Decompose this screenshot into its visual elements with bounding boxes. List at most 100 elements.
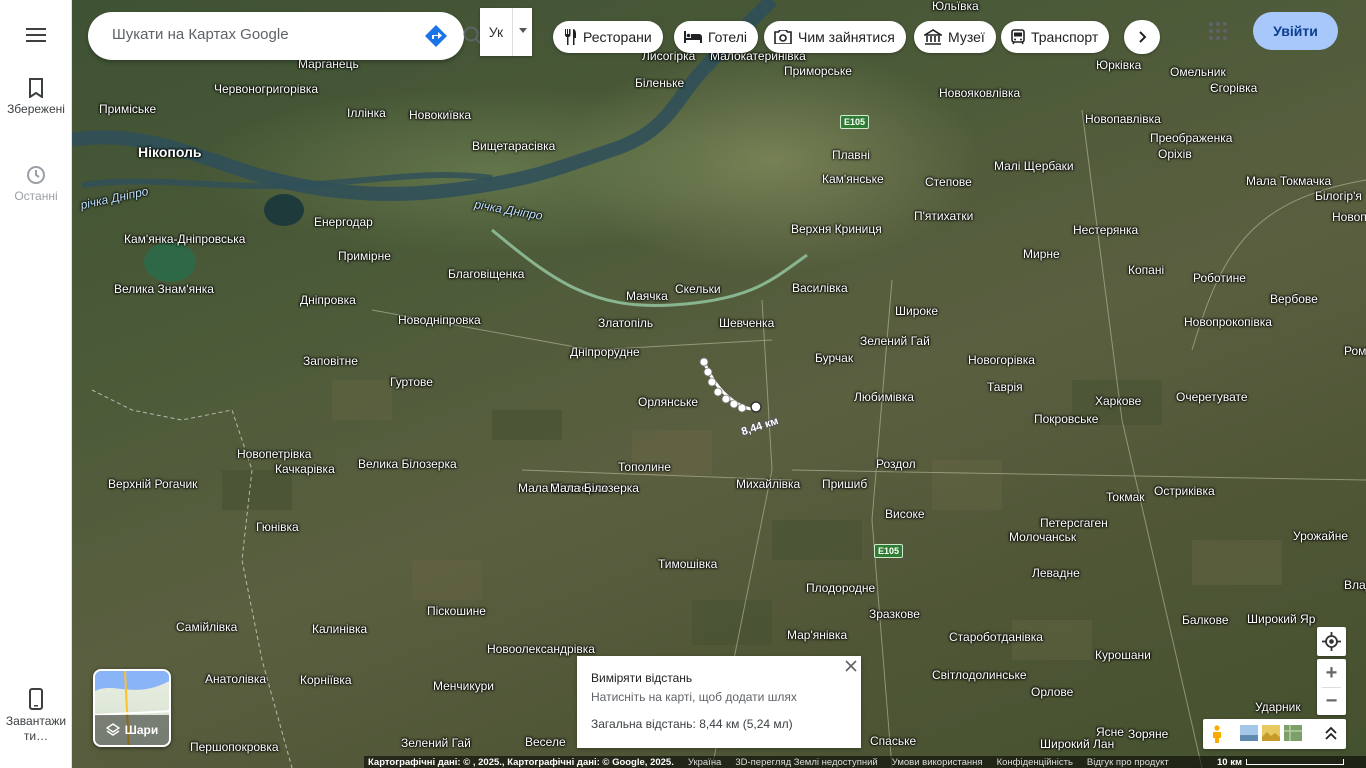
place-label[interactable]: Владівка (1344, 579, 1366, 592)
place-label[interactable]: Мала Токмачка (1246, 175, 1331, 188)
place-label[interactable]: Світлодолинське (932, 669, 1027, 682)
place-label[interactable]: Покровське (1034, 413, 1098, 426)
place-label[interactable]: Новояковлівка (939, 87, 1020, 100)
place-label[interactable]: Першопокровка (190, 741, 279, 754)
place-label[interactable]: Оріхів (1158, 148, 1192, 161)
place-label[interactable]: Спаське (870, 735, 916, 748)
place-label[interactable]: Новопокровка (1332, 211, 1366, 224)
chip-transit[interactable]: Транспорт (1001, 21, 1110, 53)
place-label[interactable]: Пришиб (822, 478, 867, 491)
close-icon[interactable] (843, 658, 859, 674)
pegman-icon[interactable] (1210, 725, 1224, 743)
terrain-view-icon[interactable] (1262, 725, 1280, 741)
place-label[interactable]: Широкий Лан (1040, 738, 1114, 751)
place-label[interactable]: Червоногригорівка (214, 83, 318, 96)
attribution-country[interactable]: Україна (688, 757, 722, 768)
place-label[interactable]: Новогорівка (968, 354, 1035, 367)
place-label[interactable]: Приміське (99, 103, 156, 116)
place-label[interactable]: Бурчак (815, 352, 853, 365)
place-label[interactable]: Курошани (1095, 649, 1151, 662)
place-label[interactable]: Заповітне (303, 355, 358, 368)
place-label[interactable]: Енергодар (314, 216, 373, 229)
place-label[interactable]: Харкове (1095, 395, 1141, 408)
sign-in-button[interactable]: Увійти (1253, 12, 1338, 50)
place-label[interactable]: Білогір'я (1315, 190, 1362, 203)
place-label[interactable]: Романівка (1344, 345, 1366, 358)
menu-button[interactable] (0, 27, 72, 47)
place-label[interactable]: Новопрокопівка (1184, 316, 1272, 329)
place-label[interactable]: Новопетрівка (237, 448, 311, 461)
place-label[interactable]: Любимівка (854, 391, 914, 404)
scale-bar[interactable]: 10 км (1217, 757, 1344, 768)
place-label[interactable]: Новодніпровка (398, 314, 481, 327)
place-label[interactable]: Вербове (1270, 293, 1318, 306)
map-canvas[interactable]: 8,44 км Нікополь Марганець Червоногригорів… (72, 0, 1366, 768)
directions-icon[interactable] (424, 24, 448, 48)
place-label[interactable]: Орлове (1031, 686, 1073, 699)
place-label[interactable]: Кам'янське (822, 173, 884, 186)
input-tools[interactable]: Ук (480, 8, 532, 56)
place-label[interactable]: Токмак (1106, 491, 1145, 504)
chips-next-button[interactable] (1124, 20, 1160, 54)
zoom-out-button[interactable]: − (1317, 687, 1346, 715)
chip-things-to-do[interactable]: Чим зайнятися (764, 21, 906, 53)
place-label[interactable]: Нікополь (138, 145, 202, 159)
place-label[interactable]: Іллінка (347, 107, 386, 120)
attribution-privacy[interactable]: Конфіденційність (997, 757, 1073, 768)
place-label[interactable]: Біленьке (635, 77, 684, 90)
place-label[interactable]: Урожайне (1293, 530, 1348, 543)
place-label[interactable]: П'ятихатки (914, 210, 973, 223)
place-label[interactable]: Примірне (338, 250, 391, 263)
place-label[interactable]: Нестерянка (1073, 224, 1138, 237)
ime-language-label[interactable]: Ук (480, 8, 512, 56)
place-label[interactable]: Степове (925, 176, 972, 189)
place-label[interactable]: Роботине (1193, 272, 1246, 285)
place-label[interactable]: Юрківка (1096, 59, 1141, 72)
place-label[interactable]: Мала Білозерка (550, 482, 639, 495)
place-label[interactable]: Плодородне (806, 582, 875, 595)
place-label[interactable]: Дніпровка (300, 294, 356, 307)
place-label[interactable]: Менчикури (433, 680, 494, 693)
place-label[interactable]: Верхній Рогачик (108, 478, 197, 491)
place-label[interactable]: Велика Білозерка (358, 458, 457, 471)
place-label[interactable]: Гуртове (390, 376, 433, 389)
place-label[interactable]: Калинівка (312, 623, 367, 636)
download-app-button[interactable]: Завантажити… (0, 688, 72, 744)
place-label[interactable]: Піскошине (427, 605, 486, 618)
place-label[interactable]: Кам'янка-Дніпровська (124, 233, 245, 246)
place-label[interactable]: Мар'янівка (787, 629, 847, 642)
place-label[interactable]: Леваднe (1032, 567, 1080, 580)
globe-view-icon[interactable] (1240, 725, 1258, 741)
place-label[interactable]: Василівка (792, 282, 848, 295)
place-label[interactable]: Зелений Гай (401, 737, 471, 750)
place-label[interactable]: Копані (1128, 264, 1164, 277)
place-label[interactable]: Приморське (784, 65, 852, 78)
place-label[interactable]: Омельник (1170, 66, 1226, 79)
place-label[interactable]: Єгорівка (1210, 82, 1257, 95)
place-label[interactable]: Анатолівка (205, 673, 266, 686)
attribution-terms[interactable]: Умови використання (892, 757, 983, 768)
apps-grid-icon[interactable] (1208, 21, 1228, 41)
place-label[interactable]: Зелений Гай (860, 335, 930, 348)
satellite-view-icon[interactable] (1284, 725, 1302, 741)
place-label[interactable]: Новокиївка (409, 109, 471, 122)
place-label[interactable]: Веселе (525, 736, 566, 749)
place-label[interactable]: Вищетарасівка (472, 140, 555, 153)
attribution-feedback[interactable]: Відгук про продукт (1087, 757, 1169, 768)
recent-button[interactable]: Останні (0, 165, 72, 204)
my-location-button[interactable] (1317, 627, 1346, 656)
place-label[interactable]: Тополине (618, 461, 671, 474)
place-label[interactable]: Благовіщенка (448, 268, 524, 281)
place-label[interactable]: Зоряне (1128, 728, 1168, 741)
place-label[interactable]: Гюнівка (256, 521, 299, 534)
place-label[interactable]: Широке (895, 305, 938, 318)
ime-dropdown[interactable] (512, 8, 532, 56)
place-label[interactable]: Малі Щербаки (994, 160, 1074, 173)
place-label[interactable]: Преображенка (1150, 132, 1232, 145)
place-label[interactable]: Таврія (987, 381, 1023, 394)
layers-button[interactable]: Шари (93, 669, 171, 747)
place-label[interactable]: Широкий Яр (1247, 613, 1315, 626)
place-label[interactable]: Петерсгаген (1040, 517, 1108, 530)
place-label[interactable]: Шевченка (719, 317, 774, 330)
chip-hotels[interactable]: Готелі (674, 21, 758, 53)
